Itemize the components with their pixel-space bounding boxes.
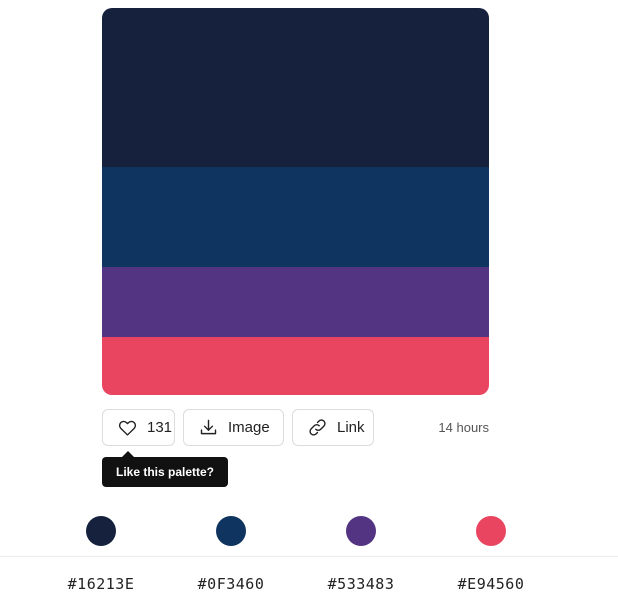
color-dot-1[interactable] (86, 516, 116, 546)
swatch-2[interactable] (102, 166, 489, 268)
color-dot-3[interactable] (346, 516, 376, 546)
download-icon (198, 417, 219, 438)
color-dot-2[interactable] (216, 516, 246, 546)
color-hex-4[interactable]: #E94560 (436, 575, 546, 593)
swatch-3[interactable] (102, 267, 489, 337)
color-hex-3[interactable]: #533483 (306, 575, 416, 593)
image-label: Image (228, 419, 270, 436)
link-label: Link (337, 419, 365, 436)
posted-time: 14 hours (438, 420, 489, 435)
heart-icon (117, 417, 138, 438)
swatch-1[interactable] (102, 8, 489, 167)
palette-card[interactable] (102, 8, 489, 395)
color-dot-4[interactable] (476, 516, 506, 546)
link-icon (307, 417, 328, 438)
color-hex-2[interactable]: #0F3460 (176, 575, 286, 593)
like-count: 131 (147, 419, 173, 436)
color-hex-1[interactable]: #16213E (46, 575, 156, 593)
like-tooltip: Like this palette? (102, 451, 228, 487)
like-button[interactable]: 131 (102, 409, 175, 446)
copy-link-button[interactable]: Link (292, 409, 374, 446)
download-image-button[interactable]: Image (183, 409, 284, 446)
swatch-4[interactable] (102, 336, 489, 395)
